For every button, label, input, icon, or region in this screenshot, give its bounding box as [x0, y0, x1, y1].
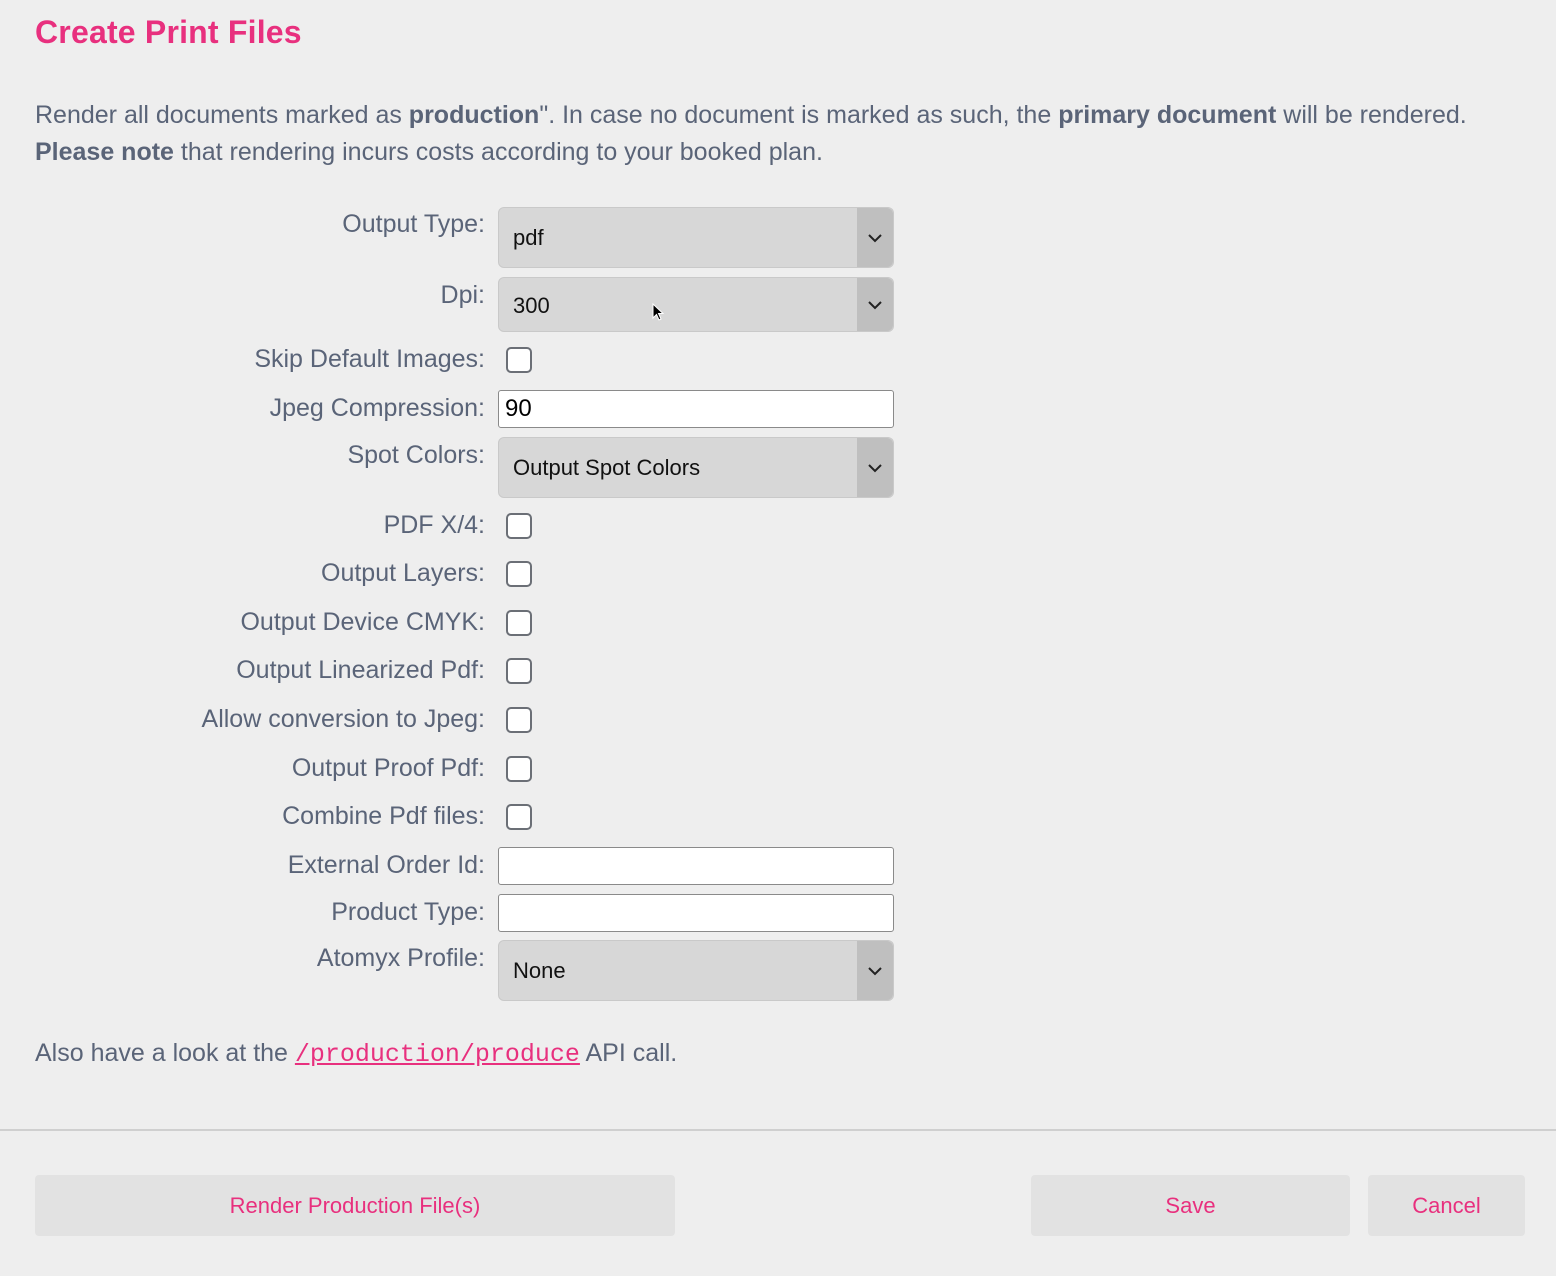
atomyx-profile-value: None	[513, 958, 566, 983]
output-linearized-pdf-label: Output Linearized Pdf:	[236, 656, 485, 684]
jpeg-compression-input[interactable]	[498, 390, 894, 428]
output-layers-checkbox[interactable]	[506, 561, 532, 587]
chevron-down-icon	[857, 438, 893, 497]
intro-part1: Render all documents marked as	[35, 101, 409, 129]
dialog-title: Create Print Files	[35, 14, 302, 50]
api-note-before: Also have a look at the	[35, 1039, 295, 1067]
spot-colors-value: Output Spot Colors	[513, 455, 701, 480]
output-linearized-pdf-checkbox[interactable]	[506, 658, 532, 684]
output-type-value: pdf	[513, 225, 544, 250]
allow-conversion-jpeg-label: Allow conversion to Jpeg:	[201, 705, 485, 733]
skip-default-images-checkbox[interactable]	[506, 347, 532, 373]
cancel-button[interactable]: Cancel	[1368, 1175, 1525, 1236]
chevron-down-icon	[857, 208, 893, 267]
combine-pdf-files-checkbox[interactable]	[506, 804, 532, 830]
dpi-select[interactable]: 300	[498, 277, 894, 332]
output-type-label: Output Type:	[342, 210, 485, 238]
chevron-down-icon	[857, 941, 893, 1000]
intro-part2: ". In case no document is marked as such…	[539, 101, 1059, 129]
atomyx-profile-label: Atomyx Profile:	[316, 944, 485, 972]
render-production-button[interactable]: Render Production File(s)	[35, 1175, 675, 1236]
atomyx-profile-select[interactable]: None	[498, 940, 894, 1001]
output-layers-label: Output Layers:	[321, 559, 485, 587]
spot-colors-label: Spot Colors:	[347, 441, 485, 469]
dpi-label: Dpi:	[440, 281, 485, 309]
output-proof-pdf-checkbox[interactable]	[506, 756, 532, 782]
chevron-down-icon	[857, 278, 893, 331]
api-note-after: API call.	[579, 1039, 678, 1067]
intro-part4: that rendering incurs costs according to…	[173, 138, 823, 166]
output-device-cmyk-label: Output Device CMYK:	[240, 608, 485, 636]
dpi-value: 300	[513, 293, 550, 318]
jpeg-compression-label: Jpeg Compression:	[269, 394, 485, 422]
api-note: Also have a look at the /production/prod…	[35, 1039, 677, 1069]
combine-pdf-files-label: Combine Pdf files:	[282, 802, 485, 830]
api-link[interactable]: /production/produce	[295, 1040, 580, 1069]
output-device-cmyk-checkbox[interactable]	[506, 610, 532, 636]
product-type-label: Product Type:	[331, 898, 485, 926]
intro-bold-production: production	[408, 101, 540, 129]
skip-default-images-label: Skip Default Images:	[254, 345, 485, 373]
allow-conversion-jpeg-checkbox[interactable]	[506, 707, 532, 733]
output-proof-pdf-label: Output Proof Pdf:	[291, 754, 485, 782]
intro-bold-note: Please note	[35, 138, 174, 166]
pdf-x4-checkbox[interactable]	[506, 513, 532, 539]
mouse-cursor-icon	[652, 303, 665, 321]
intro-part3: will be rendered.	[1276, 101, 1467, 129]
output-type-select[interactable]: pdf	[498, 207, 894, 268]
save-button[interactable]: Save	[1031, 1175, 1350, 1236]
product-type-input[interactable]	[498, 894, 894, 932]
external-order-id-input[interactable]	[498, 847, 894, 885]
external-order-id-label: External Order Id:	[287, 851, 485, 879]
spot-colors-select[interactable]: Output Spot Colors	[498, 437, 894, 498]
intro-text: Render all documents marked as productio…	[35, 97, 1535, 171]
intro-bold-primary: primary document	[1058, 101, 1277, 129]
footer-divider	[0, 1129, 1556, 1131]
pdf-x4-label: PDF X/4:	[383, 511, 485, 539]
